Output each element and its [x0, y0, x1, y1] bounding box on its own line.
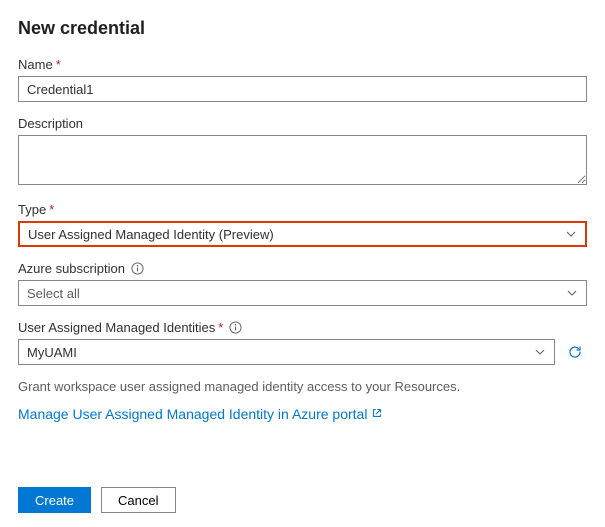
subscription-select[interactable]: Select all — [18, 280, 587, 306]
footer-actions: Create Cancel — [18, 487, 176, 513]
required-marker: * — [218, 320, 223, 335]
helper-text: Grant workspace user assigned managed id… — [18, 379, 587, 394]
info-icon[interactable] — [131, 262, 144, 275]
link-text: Manage User Assigned Managed Identity in… — [18, 406, 367, 422]
uami-select[interactable]: MyUAMI — [18, 339, 555, 365]
chevron-down-icon — [534, 346, 546, 358]
field-description: Description — [18, 116, 587, 188]
name-input[interactable] — [18, 76, 587, 102]
panel-title: New credential — [18, 18, 587, 39]
refresh-button[interactable] — [563, 340, 587, 364]
type-label: Type — [18, 202, 46, 217]
field-name: Name * — [18, 57, 587, 102]
cancel-button[interactable]: Cancel — [101, 487, 175, 513]
chevron-down-icon — [566, 287, 578, 299]
name-label: Name — [18, 57, 53, 72]
uami-value: MyUAMI — [27, 345, 77, 360]
required-marker: * — [56, 57, 61, 72]
type-select[interactable]: User Assigned Managed Identity (Preview) — [18, 221, 587, 247]
create-button[interactable]: Create — [18, 487, 91, 513]
field-uami: User Assigned Managed Identities * MyUAM… — [18, 320, 587, 365]
info-icon[interactable] — [229, 321, 242, 334]
chevron-down-icon — [565, 228, 577, 240]
subscription-label: Azure subscription — [18, 261, 125, 276]
required-marker: * — [49, 202, 54, 217]
subscription-value: Select all — [27, 286, 80, 301]
description-label: Description — [18, 116, 83, 131]
field-type: Type * User Assigned Managed Identity (P… — [18, 202, 587, 247]
type-value: User Assigned Managed Identity (Preview) — [28, 227, 274, 242]
field-subscription: Azure subscription Select all — [18, 261, 587, 306]
uami-label: User Assigned Managed Identities — [18, 320, 215, 335]
external-link-icon — [371, 406, 383, 422]
description-input[interactable] — [18, 135, 587, 185]
manage-identity-link[interactable]: Manage User Assigned Managed Identity in… — [18, 406, 383, 422]
